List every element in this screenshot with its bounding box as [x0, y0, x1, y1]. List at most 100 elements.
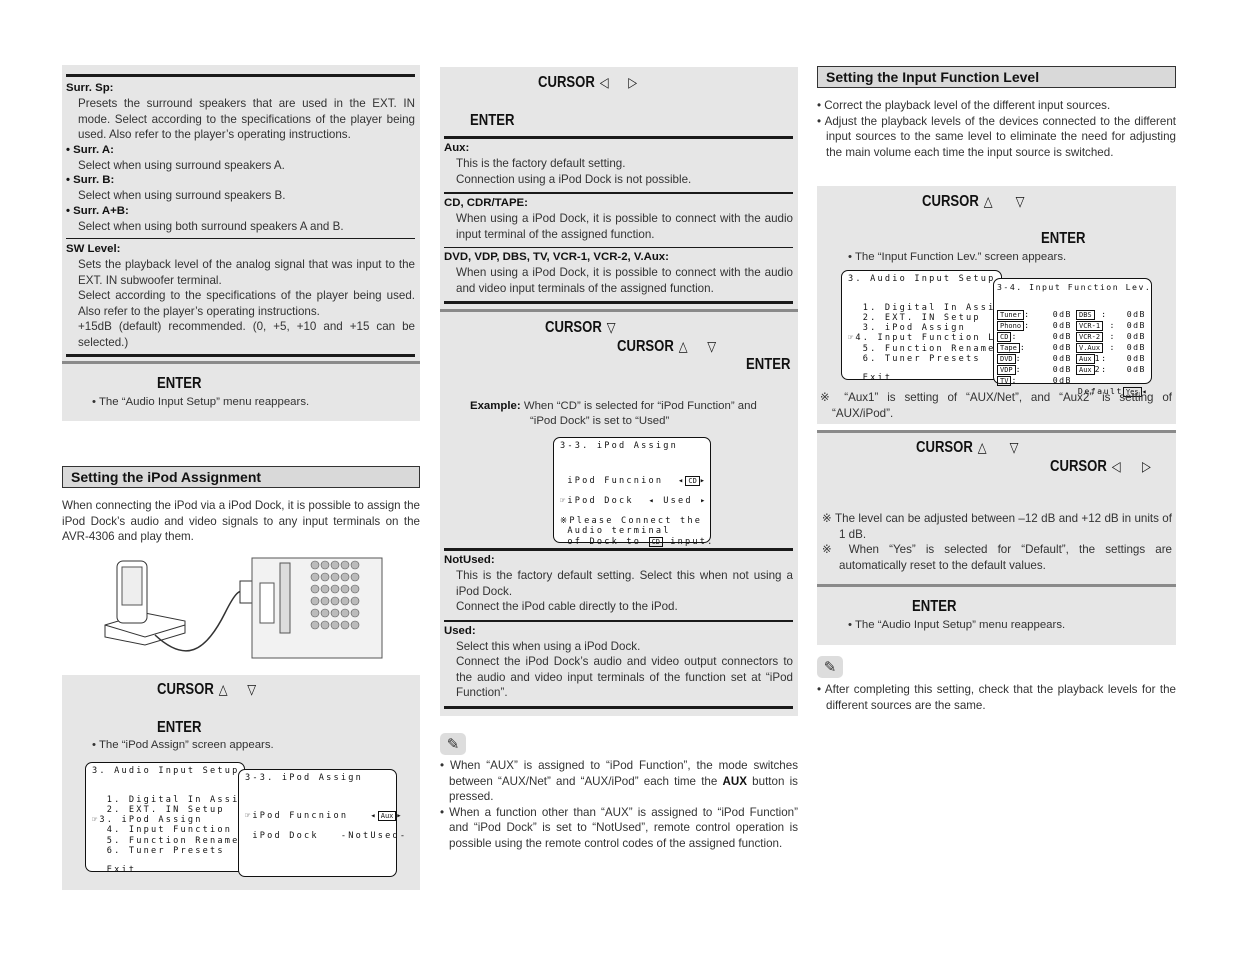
term-dvd: DVD, VDP, DBS, TV, VCR-1, VCR-2, V.Aux: [444, 251, 669, 263]
message: Audio terminal [560, 526, 671, 537]
ipod-assign-screen: 3-3. iPod Assign ☞iPod Funcnion ◂Aux▸ iP… [238, 769, 405, 877]
menu-item: 6. Tuner Presets [848, 354, 981, 365]
menu-item: 2. EXT. IN Setup [848, 312, 981, 323]
receiver-rear-panel-icon [239, 557, 383, 659]
term-notused: NotUsed: [444, 554, 495, 566]
func-value: Aux [377, 810, 397, 821]
desc: Connect the iPod Dock’s audio and video … [456, 655, 793, 699]
input-name: VCR-2 [1076, 331, 1104, 342]
screen-title: 3-3. iPod Assign [560, 441, 678, 451]
func-value: CD [648, 536, 663, 547]
audio-input-setup-screen: 3. Audio Input Setup 1. Digital In Assig… [841, 270, 1015, 384]
dock-label: ☞iPod Dock [560, 495, 634, 506]
reference-item: ※ When “Yes” is selected for “Default”, … [822, 543, 1173, 572]
menu-item: 4. Input Function Lev. [92, 825, 269, 836]
enter-key: ENTER [157, 375, 202, 392]
input-name: Aux [1076, 364, 1095, 375]
menu-item: 2. EXT. IN Setup [92, 804, 225, 815]
desc: Select when using both surround speakers… [78, 219, 344, 233]
note-item: • When a function other than “AUX” is as… [440, 805, 798, 850]
term-surr-b: Surr. B: [66, 173, 415, 188]
screen-title: 3-3. iPod Assign [245, 773, 363, 783]
term-aux: Aux: [444, 142, 470, 154]
final-note: • After completing this setting, check t… [817, 683, 1176, 712]
level-row: DVD:0dB Aux 1: 0dB [997, 353, 1148, 364]
cursor-up-down-key: CURSOR △ ▽ [916, 439, 1019, 456]
aux-reference-note: ※ “Aux1” is setting of “AUX/Net”, and “A… [820, 391, 1173, 420]
input-value: 0dB [1052, 352, 1072, 363]
input-value: 0dB [1126, 308, 1146, 319]
enter-key: ENTER [470, 112, 515, 129]
screen-title: 3-4. Input Function Lev. [997, 282, 1152, 292]
input-value: 0dB [1126, 330, 1146, 341]
term-surr-a: Surr. A: [66, 143, 415, 158]
divider [817, 584, 1176, 587]
term-used: Used: [444, 624, 476, 637]
desc: When using a iPod Dock, it is possible t… [456, 266, 793, 295]
example-text-2: “iPod Dock” is set to “Used” [530, 415, 670, 427]
desc: Sets the playback level of the analog si… [78, 258, 415, 287]
desc: Select according to the specifications o… [78, 289, 415, 318]
term-surr-ab: Surr. A+B: [66, 204, 415, 219]
pencil-note-icon: ✎ [440, 733, 466, 755]
input-name: Phono [997, 320, 1025, 331]
enter-key: ENTER [746, 356, 791, 373]
note-item: • When “AUX” is assigned to “iPod Functi… [440, 759, 799, 803]
dock-value: -NotUsed- [340, 830, 408, 841]
section-title-input-level: Setting the Input Function Level [817, 66, 1176, 88]
divider [440, 309, 798, 312]
step-note: The “Audio Input Setup” menu reappears. [848, 618, 1065, 633]
input-name: Tuner [997, 309, 1025, 320]
func-label: ☞iPod Funcnion [245, 810, 349, 821]
input-name: Tape [997, 342, 1020, 353]
level-references: ※ The level can be adjusted between –12 … [822, 511, 1172, 573]
input-level-bullets: • Correct the playback level of the diff… [817, 98, 1176, 160]
desc: Connection using a iPod Dock is not poss… [456, 172, 692, 186]
input-value: 0dB [1052, 363, 1072, 374]
menu-exit: Exit [848, 373, 893, 384]
step-note: The “iPod Assign” screen appears. [92, 738, 274, 753]
menu-item: 1. Digital In Assign [92, 794, 255, 805]
level-row: CD:0dB VCR-2 :0dB [997, 331, 1148, 342]
func-value: CD [685, 475, 700, 486]
cursor-up-down-key: CURSOR △ ▽ [617, 338, 717, 355]
reference-item: ※ The level can be adjusted between –12 … [822, 512, 1172, 541]
menu-exit: Exit [92, 865, 137, 876]
ipod-function-options: Aux: This is the factory default setting… [444, 136, 793, 304]
input-value: 0dB [1126, 319, 1146, 330]
step-note: The “Audio Input Setup” menu reappears. [92, 395, 309, 410]
input-value: 0dB [1052, 319, 1072, 330]
enter-key: ENTER [157, 719, 202, 736]
bullet-item: • Adjust the playback levels of the devi… [817, 114, 1177, 159]
input-name: TV [997, 375, 1012, 386]
menu-item: 6. Tuner Presets [92, 846, 225, 857]
input-value: 0dB [1052, 374, 1072, 385]
input-value: 0dB [1126, 363, 1146, 374]
menu-item: 5. Function Rename [92, 835, 240, 846]
desc: This is the factory default setting. [456, 157, 626, 170]
ipod-intro: When connecting the iPod via a iPod Dock… [62, 499, 420, 543]
term-sw-level: SW Level: [66, 243, 121, 255]
step-note: The “Input Function Lev.” screen appears… [848, 250, 1066, 265]
term-cd: CD, CDR/TAPE: [444, 197, 528, 209]
screen-title: 3. Audio Input Setup [92, 766, 240, 776]
input-value: 0dB [1052, 341, 1072, 352]
term-surr-sp: Surr. Sp: [66, 82, 114, 94]
bullet-item: • Correct the playback level of the diff… [817, 99, 1111, 112]
input-name: DBS [1076, 309, 1095, 320]
surround-settings: Surr. Sp: Presets the surround speakers … [66, 74, 415, 357]
input-name: V.Aux [1076, 342, 1104, 353]
ipod-assign-example-screen: 3-3. iPod Assign iPod Funcnion ◂ CD ▸ ☞iPod… [553, 437, 712, 547]
input-name: VCR-1 [1076, 320, 1104, 331]
divider [62, 361, 420, 364]
level-row: TV:0dB [997, 375, 1148, 386]
screen-title: 3. Audio Input Setup [848, 274, 996, 284]
input-value: 0dB [1052, 330, 1072, 341]
desc: Connect the iPod cable directly to the i… [456, 600, 678, 613]
cursor-left-right-key: CURSOR ◁ ▷ [538, 74, 638, 91]
example-text: Example: When “CD” is selected for “iPod… [470, 400, 757, 412]
cursor-up-down-key: CURSOR △ ▽ [157, 681, 257, 698]
input-name: DVD [997, 353, 1016, 364]
desc: +15dB (default) recommended. (0, +5, +10… [78, 320, 415, 349]
desc: This is the factory default setting. Sel… [456, 569, 793, 598]
